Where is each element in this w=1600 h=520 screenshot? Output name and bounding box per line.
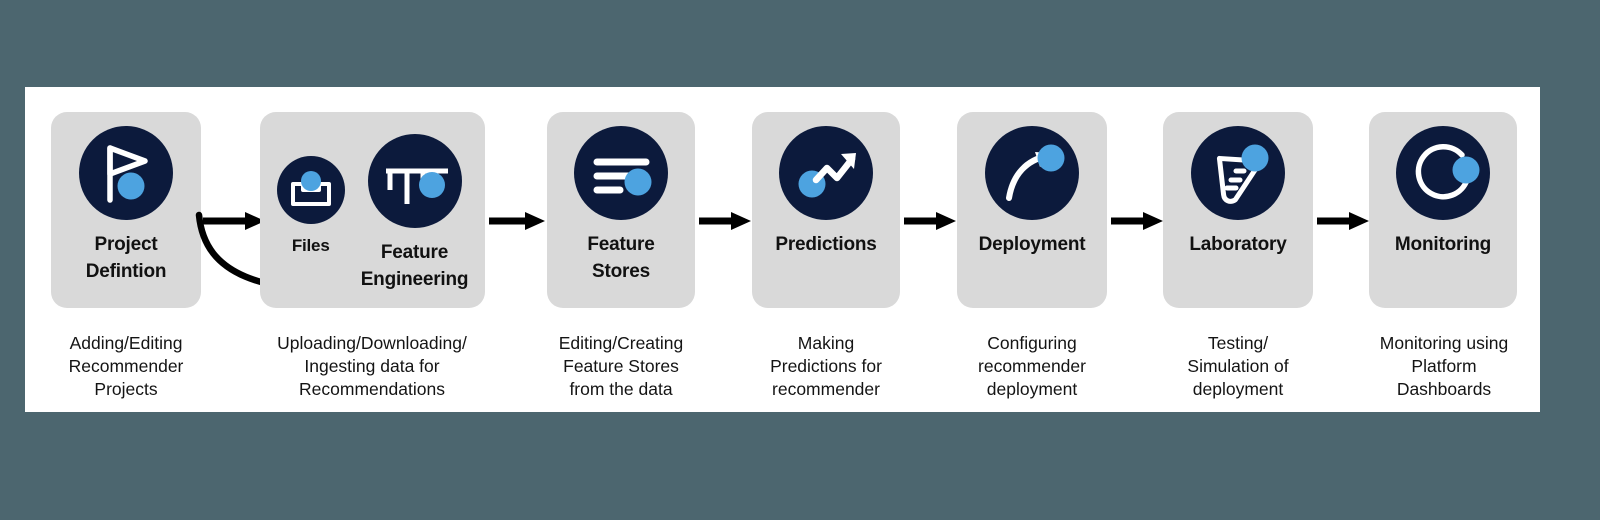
card-title-line-2: Engineering: [360, 268, 469, 290]
inbox-tray-icon: [276, 156, 345, 224]
card-title-line-2: Defintion: [85, 260, 167, 282]
step-card-deployment[interactable]: Deployment: [957, 112, 1107, 308]
caption-line-1: Uploading/Downloading/: [277, 333, 467, 353]
feature-tree-icon: [367, 134, 462, 228]
icon-cell: [1396, 126, 1490, 220]
caption-line-3: recommender: [772, 378, 880, 399]
caption-line-1: Adding/Editing: [69, 333, 183, 353]
caption-line-3: Dashboards: [1396, 378, 1492, 399]
icon-cell: [985, 126, 1079, 220]
test-tube-icon: [1191, 126, 1285, 220]
card-title-laboratory: Laboratory: [1189, 232, 1286, 259]
icon-cell: [1191, 126, 1285, 220]
card-title-line-1: Project: [94, 234, 158, 255]
icon-row: [1396, 126, 1490, 220]
card-title-line-1: Feature: [587, 234, 655, 255]
card-title-feature-stores: Feature Stores: [587, 232, 654, 286]
card-title-line-1: Monitoring: [1394, 234, 1492, 255]
caption-line-3: Projects: [94, 378, 158, 399]
card-title-files: Files: [291, 236, 330, 255]
caption-line-3: Recommendations: [299, 378, 445, 399]
workflow-flow: Project Defintion Adding/Editing Recomme…: [25, 87, 1540, 412]
card-title-line-1: Predictions: [775, 234, 877, 255]
caption-project-definition: Adding/Editing Recommender Projects: [31, 332, 221, 400]
card-title-project-definition: Project Defintion: [86, 232, 167, 286]
caption-laboratory: Testing/ Simulation of deployment: [1143, 332, 1333, 400]
caption-line-2: Recommender: [68, 355, 184, 376]
step-card-feature-stores[interactable]: Feature Stores: [547, 112, 695, 308]
icon-cell-files: Files: [276, 134, 345, 258]
open-ring-icon: [1396, 126, 1490, 220]
step-card-files-feature-engineering[interactable]: Files Feature Engineering: [260, 112, 485, 308]
card-title-monitoring: Monitoring: [1395, 232, 1491, 259]
curved-launch-arrow-icon: [985, 126, 1079, 220]
caption-line-2: Ingesting data for: [304, 355, 440, 376]
icon-row: [79, 126, 173, 220]
step-card-laboratory[interactable]: Laboratory: [1163, 112, 1313, 308]
caption-line-1: Monitoring using: [1379, 333, 1509, 353]
caption-line-3: deployment: [1192, 378, 1284, 399]
step-card-predictions[interactable]: Predictions: [752, 112, 900, 308]
icon-cell: [79, 126, 173, 220]
icon-row: Files Feature Engineering: [276, 134, 469, 294]
caption-line-1: Making: [797, 333, 855, 353]
caption-line-2: Feature Stores: [563, 355, 679, 376]
caption-files-feature-engineering: Uploading/Downloading/ Ingesting data fo…: [247, 332, 497, 400]
connector-arrow-3: [697, 210, 753, 232]
caption-predictions: Making Predictions for recommender: [733, 332, 919, 400]
icon-row: [985, 126, 1079, 220]
connector-arrow-2: [487, 210, 547, 232]
card-title-line-1: Deployment: [978, 234, 1086, 255]
connector-arrow-6: [1315, 210, 1371, 232]
caption-line-2: recommender: [978, 355, 1086, 376]
flag-icon: [79, 126, 173, 220]
caption-line-1: Configuring: [987, 333, 1077, 353]
connector-arrow-5: [1109, 210, 1165, 232]
card-title-line-2: Stores: [592, 260, 650, 282]
card-title-line-1: Laboratory: [1189, 234, 1287, 255]
card-title-feature-engineering: Feature Engineering: [361, 240, 469, 294]
step-card-project-definition[interactable]: Project Defintion: [51, 112, 201, 308]
caption-line-2: Predictions for: [770, 355, 882, 376]
diagram-panel: Project Defintion Adding/Editing Recomme…: [25, 87, 1540, 412]
icon-cell: [779, 126, 873, 220]
step-card-monitoring[interactable]: Monitoring: [1369, 112, 1517, 308]
list-lines-icon: [574, 126, 668, 220]
icon-row: [574, 126, 668, 220]
icon-cell: [574, 126, 668, 220]
trending-up-arrow-icon: [779, 126, 873, 220]
caption-feature-stores: Editing/Creating Feature Stores from the…: [528, 332, 714, 400]
card-title-line-1: Feature: [380, 242, 449, 263]
card-title-predictions: Predictions: [775, 232, 876, 259]
caption-line-2: Platform: [1411, 355, 1477, 376]
connector-arrow-4: [902, 210, 958, 232]
caption-line-3: from the data: [569, 378, 673, 399]
icon-row: [1191, 126, 1285, 220]
caption-deployment: Configuring recommender deployment: [937, 332, 1127, 400]
icon-cell-feature-engineering: Feature Engineering: [361, 134, 469, 294]
caption-line-3: deployment: [986, 378, 1078, 399]
caption-line-1: Testing/: [1207, 333, 1269, 353]
caption-monitoring: Monitoring using Platform Dashboards: [1349, 332, 1539, 400]
caption-line-1: Editing/Creating: [558, 333, 684, 353]
icon-row: [779, 126, 873, 220]
caption-line-2: Simulation of: [1187, 355, 1289, 376]
card-title-deployment: Deployment: [979, 232, 1086, 259]
